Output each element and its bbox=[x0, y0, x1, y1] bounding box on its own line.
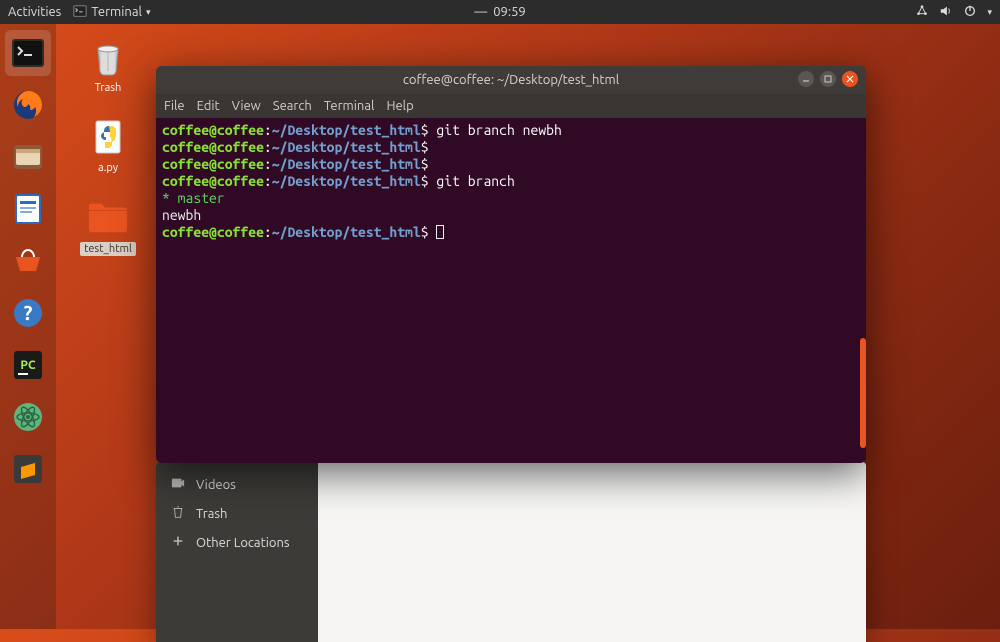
files-sidebar-trash[interactable]: Trash bbox=[156, 499, 318, 528]
trash-icon bbox=[170, 505, 186, 522]
scrollbar-thumb[interactable] bbox=[860, 338, 866, 448]
files-content[interactable] bbox=[318, 462, 866, 642]
top-bar: Activities Terminal ▾ —09:59 ▾ bbox=[0, 0, 1000, 24]
desktop-folder-label: test_html bbox=[80, 242, 136, 256]
network-icon[interactable] bbox=[915, 4, 929, 21]
terminal-titlebar[interactable]: coffee@coffee: ~/Desktop/test_html bbox=[156, 66, 866, 94]
window-title: coffee@coffee: ~/Desktop/test_html bbox=[403, 73, 619, 87]
menu-help[interactable]: Help bbox=[386, 99, 413, 113]
chevron-down-icon[interactable]: ▾ bbox=[987, 7, 992, 18]
plus-icon bbox=[170, 534, 186, 551]
desktop-trash[interactable]: Trash bbox=[78, 36, 138, 94]
files-sidebar-videos[interactable]: Videos bbox=[156, 470, 318, 499]
folder-icon bbox=[87, 196, 129, 238]
power-icon[interactable] bbox=[963, 4, 977, 21]
launcher-files[interactable] bbox=[5, 134, 51, 180]
files-window[interactable]: Videos Trash Other Locations bbox=[156, 462, 866, 642]
launcher-atom[interactable] bbox=[5, 394, 51, 440]
terminal-cursor bbox=[436, 225, 444, 239]
terminal-line: * master bbox=[162, 190, 860, 207]
desktop-file-apy[interactable]: a.py bbox=[78, 116, 138, 174]
menu-edit[interactable]: Edit bbox=[197, 99, 220, 113]
terminal-line: coffee@coffee:~/Desktop/test_html$ bbox=[162, 139, 860, 156]
terminal-body[interactable]: coffee@coffee:~/Desktop/test_html$ git b… bbox=[156, 118, 866, 463]
trash-icon bbox=[87, 36, 129, 78]
launcher-firefox[interactable] bbox=[5, 82, 51, 128]
launcher-libreoffice[interactable] bbox=[5, 186, 51, 232]
menu-file[interactable]: File bbox=[164, 99, 185, 113]
terminal-window: coffee@coffee: ~/Desktop/test_html File … bbox=[156, 66, 866, 463]
app-menu[interactable]: Terminal ▾ bbox=[73, 4, 150, 21]
chevron-down-icon: ▾ bbox=[146, 7, 151, 18]
terminal-line: coffee@coffee:~/Desktop/test_html$ git b… bbox=[162, 122, 860, 139]
terminal-line: coffee@coffee:~/Desktop/test_html$ bbox=[162, 156, 860, 173]
window-minimize-button[interactable] bbox=[798, 71, 814, 87]
menu-terminal[interactable]: Terminal bbox=[324, 99, 375, 113]
terminal-menubar: File Edit View Search Terminal Help bbox=[156, 94, 866, 118]
files-sidebar: Videos Trash Other Locations bbox=[156, 462, 318, 642]
launcher-sublime[interactable] bbox=[5, 446, 51, 492]
launcher-terminal[interactable] bbox=[5, 30, 51, 76]
launcher-software[interactable] bbox=[5, 238, 51, 284]
desktop-file-label: a.py bbox=[98, 162, 118, 174]
menu-search[interactable]: Search bbox=[273, 99, 312, 113]
svg-text:?: ? bbox=[24, 301, 33, 324]
desktop-icons: Trash a.py test_html bbox=[78, 36, 138, 256]
desktop-folder-testhtml[interactable]: test_html bbox=[78, 196, 138, 256]
sidebar-item-label: Videos bbox=[196, 478, 236, 492]
clock[interactable]: —09:59 bbox=[474, 5, 525, 19]
terminal-icon bbox=[73, 4, 87, 21]
sidebar-item-label: Trash bbox=[196, 507, 227, 521]
launcher-pycharm[interactable]: PC bbox=[5, 342, 51, 388]
terminal-line: newbh bbox=[162, 207, 860, 224]
launcher-dock: ? PC bbox=[0, 24, 56, 629]
sidebar-item-label: Other Locations bbox=[196, 536, 290, 550]
video-icon bbox=[170, 476, 186, 493]
files-sidebar-other[interactable]: Other Locations bbox=[156, 528, 318, 557]
activities-button[interactable]: Activities bbox=[8, 5, 61, 19]
terminal-line: coffee@coffee:~/Desktop/test_html$ git b… bbox=[162, 173, 860, 190]
svg-text:PC: PC bbox=[20, 359, 36, 372]
volume-icon[interactable] bbox=[939, 4, 953, 21]
window-maximize-button[interactable] bbox=[820, 71, 836, 87]
menu-view[interactable]: View bbox=[232, 99, 261, 113]
python-file-icon bbox=[87, 116, 129, 158]
app-menu-label: Terminal bbox=[91, 5, 142, 19]
terminal-line: coffee@coffee:~/Desktop/test_html$ bbox=[162, 224, 860, 241]
window-close-button[interactable] bbox=[842, 71, 858, 87]
launcher-help[interactable]: ? bbox=[5, 290, 51, 336]
desktop-trash-label: Trash bbox=[95, 82, 122, 94]
